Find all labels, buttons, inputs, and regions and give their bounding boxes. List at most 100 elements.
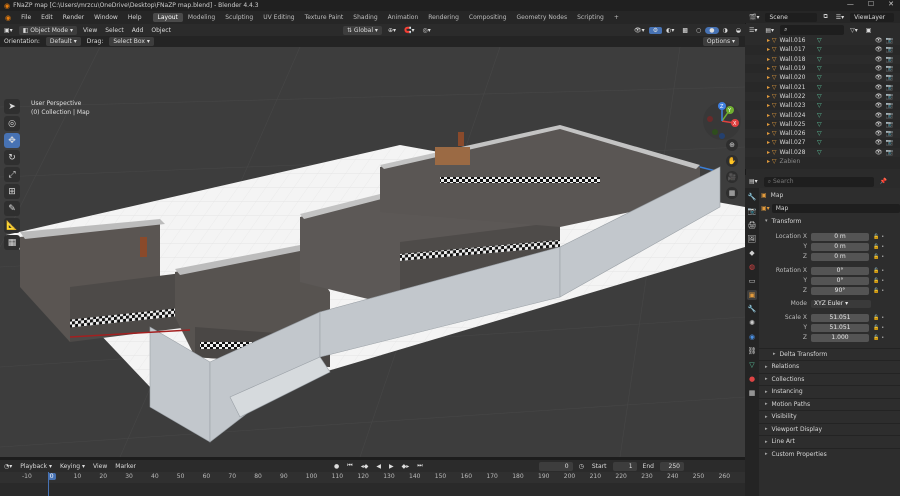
data-tab-icon[interactable]: ▽ [747,360,757,370]
list-item[interactable]: ▸ ▽ Wall.025 ▽ 👁📷 [745,120,900,129]
timeline-ruler[interactable]: -10 0 10 20 30 40 50 60 70 80 90 100 110 120 130 140 150… [0,473,745,482]
tab-texture-paint[interactable]: Texture Paint [300,13,349,22]
list-item[interactable]: ▸ ▽ Wall.017 ▽ 👁📷 [745,45,900,54]
object-tab-icon[interactable]: ▣ [747,290,757,300]
list-item[interactable]: ▸ ▽ Wall.022 ▽ 👁📷 [745,91,900,102]
tab-geometry-nodes[interactable]: Geometry Nodes [512,13,573,22]
add-cube-tool[interactable]: ▦ [4,235,20,250]
play-reverse-icon[interactable]: ◀ [372,463,385,470]
visibility-eye-icon[interactable]: 👁📷 [875,37,896,44]
filter-icon[interactable]: ▽▾ [846,27,862,34]
list-item[interactable]: ▸ ▽ Wall.018 ▽ 👁📷 [745,54,900,64]
playhead[interactable] [48,472,49,496]
lock-icon[interactable]: 🔓• [873,335,886,341]
render-tab-icon[interactable]: 📷 [747,206,757,216]
playback-menu[interactable]: Playback ▾ [16,463,56,470]
transform-tool[interactable]: ⊞ [4,184,20,199]
transform-panel-header[interactable]: ▾ Transform [759,215,900,228]
list-item[interactable]: ▸ ▽ Wall.021 ▽ 👁📷 [745,82,900,91]
constraints-tab-icon[interactable]: ⛓ [747,346,757,356]
list-item[interactable]: ▸ ▽ Wall.019 ▽ 👁📷 [745,64,900,73]
tab-shading[interactable]: Shading [348,13,382,22]
tab-modeling[interactable]: Modeling [183,13,220,22]
pivot-icon[interactable]: ⊕▾ [384,27,400,34]
particles-tab-icon[interactable]: ✺ [747,318,757,328]
lock-icon[interactable]: 🔓• [873,254,886,260]
pan-hand-icon[interactable]: ✋ [726,155,738,167]
rotate-tool[interactable]: ↻ [4,150,20,165]
rotation-z-field[interactable]: 90° [811,286,869,295]
custom-properties-panel[interactable]: ▸ Custom Properties [759,447,900,461]
physics-tab-icon[interactable]: ◉ [747,332,757,342]
location-z-field[interactable]: 0 m [811,252,869,261]
tab-animation[interactable]: Animation [383,13,424,22]
visibility-eye-icon[interactable]: 👁📷 [875,56,896,63]
scale-y-field[interactable]: 51.051 [811,323,869,332]
menu-file[interactable]: File [16,14,36,21]
menu-select[interactable]: Select [101,27,128,34]
play-icon[interactable]: ▶ [385,463,398,470]
mode-dropdown[interactable]: ◧ Object Mode ▾ [18,25,77,35]
visibility-panel[interactable]: ▸ Visibility [759,410,900,423]
visibility-eye-icon[interactable]: 👁📷 [875,84,896,91]
marker-menu[interactable]: Marker [111,463,140,470]
collection-tab-icon[interactable]: ▭ [747,276,757,286]
object-name-field[interactable]: Map [771,204,900,213]
scale-z-field[interactable]: 1.000 [811,333,869,342]
visibility-eye-icon[interactable]: 👁📷 [875,112,896,119]
properties-editor-icon[interactable]: ▤▾ [745,178,762,185]
menu-render[interactable]: Render [58,14,89,21]
outliner-display-icon[interactable]: ▤▾ [761,27,778,34]
properties-search[interactable]: ⌕ Search [763,176,874,187]
start-frame-field[interactable]: 1 [612,461,637,471]
list-item[interactable]: ▸ ▽ Wall.027 ▽ 👁📷 [745,138,900,147]
timeline-editor-icon[interactable]: ◔▾ [0,463,16,470]
gizmo-toggle-icon[interactable]: ⚙ [648,26,663,34]
lock-icon[interactable]: 🔓• [873,315,886,321]
tab-uv-editing[interactable]: UV Editing [258,13,299,22]
visibility-eye-icon[interactable]: 👁📷 [875,121,896,128]
rotation-mode-dropdown[interactable]: XYZ Euler ▾ [811,299,871,308]
shading-wireframe-icon[interactable]: ○ [692,27,705,34]
overlays-icon[interactable]: ◐▾ [662,27,678,34]
scene-name-field[interactable]: Scene [765,12,818,22]
shading-material-icon[interactable]: ◑ [719,27,732,34]
close-button[interactable]: ✕ [888,0,894,8]
location-x-field[interactable]: 0 m [811,232,869,241]
list-item[interactable]: ▸ ▽ Wall.016 ▽ 👁📷 [745,36,900,46]
collections-panel[interactable]: ▸ Collections [759,372,900,386]
motion-paths-panel[interactable]: ▸ Motion Paths [759,397,900,411]
lock-icon[interactable]: 🔓• [873,244,886,250]
visibility-eye-icon[interactable]: 👁📷 [875,102,896,109]
texture-tab-icon[interactable]: ▦ [747,388,757,398]
menu-add[interactable]: Add [128,27,148,34]
pin-icon[interactable]: 📌 [876,178,891,185]
outliner-search[interactable]: ⌕ [780,25,845,35]
line-art-panel[interactable]: ▸ Line Art [759,435,900,448]
visibility-eye-icon[interactable]: 👁📷 [875,46,896,53]
tool-tab-icon[interactable]: 🔧 [747,192,757,202]
delta-transform-subpanel[interactable]: ▸ Delta Transform [759,347,900,361]
world-tab-icon[interactable]: ◍ [747,262,757,272]
list-item[interactable]: ▸ ▽ Wall.026 ▽ 👁📷 [745,128,900,139]
scale-tool[interactable]: ⤢ [4,167,20,182]
lock-icon[interactable]: 🔓• [873,234,886,240]
timeline-area[interactable]: -10 0 10 20 30 40 50 60 70 80 90 100 110 120 130 140 150… [0,472,745,496]
viewlayer-icon[interactable]: ☰▾ [832,14,848,21]
drag-dropdown[interactable]: Select Box ▾ [109,37,154,46]
lock-icon[interactable]: 🔓• [873,288,886,294]
zoom-icon[interactable]: ⊕ [726,139,738,151]
tab-sculpting[interactable]: Sculpting [220,13,258,22]
shading-solid-icon[interactable]: ● [705,26,719,34]
list-item[interactable]: ▸ ▽ Wall.024 ▽ 👁📷 [745,110,900,120]
visibility-eye-icon[interactable]: 👁📷 [875,93,896,100]
scene-copy-icon[interactable]: ⧉ [819,13,831,21]
xray-icon[interactable]: ▩ [678,27,692,34]
move-tool[interactable]: ✥ [4,133,20,148]
material-tab-icon[interactable]: ● [747,374,757,384]
annotate-tool[interactable]: ✎ [4,201,20,216]
add-workspace-button[interactable]: + [609,13,624,22]
relations-panel[interactable]: ▸ Relations [759,360,900,373]
menu-window[interactable]: Window [89,14,123,21]
keying-menu[interactable]: Keying ▾ [56,463,89,470]
